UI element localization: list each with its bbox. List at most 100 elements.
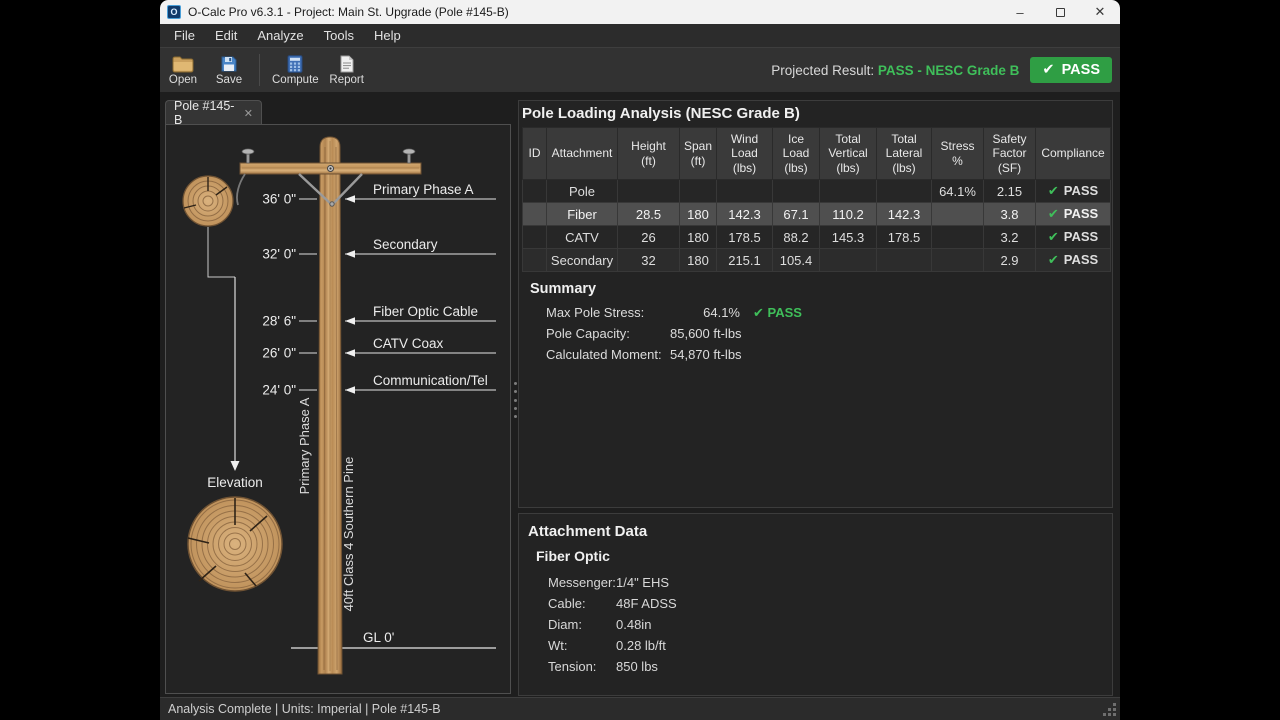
col-header: Ice Load (lbs) bbox=[773, 128, 820, 180]
window-title: O-Calc Pro v6.3.1 - Project: Main St. Up… bbox=[188, 5, 509, 19]
title-bar: O O-Calc Pro v6.3.1 - Project: Main St. … bbox=[160, 0, 1120, 24]
summary-value: 64.1% bbox=[670, 305, 740, 320]
compute-label: Compute bbox=[272, 74, 319, 86]
menu-item-tools[interactable]: Tools bbox=[314, 24, 364, 47]
app-icon: O bbox=[167, 5, 181, 19]
left-arrow-icon bbox=[345, 386, 355, 394]
minimize-button[interactable]: – bbox=[1000, 0, 1040, 24]
field-value: 0.48in bbox=[616, 617, 651, 632]
col-header: Stress % bbox=[932, 128, 984, 180]
summary-label: Calculated Moment: bbox=[546, 347, 670, 362]
menu-bar: File Edit Analyze Tools Help bbox=[160, 24, 1120, 47]
menu-item-edit[interactable]: Edit bbox=[205, 24, 247, 47]
app-window: O O-Calc Pro v6.3.1 - Project: Main St. … bbox=[160, 0, 1120, 720]
table-header-row: ID Attachment Height (ft) Span (ft) Wind… bbox=[523, 128, 1111, 180]
insulator-left bbox=[242, 149, 254, 163]
summary-value: 85,600 ft-lbs bbox=[670, 326, 742, 341]
check-icon: ✔ bbox=[1048, 252, 1059, 267]
col-header: Attachment bbox=[547, 128, 618, 180]
close-button[interactable]: ✕ bbox=[1080, 0, 1120, 24]
check-icon: ✔ bbox=[1042, 62, 1054, 78]
field-label: Diam: bbox=[548, 617, 616, 632]
floppy-icon bbox=[220, 55, 238, 73]
tab-label: Pole #145-B bbox=[174, 99, 236, 127]
left-arrow-icon bbox=[345, 317, 355, 325]
save-label: Save bbox=[216, 74, 242, 86]
summary-section: Summary Max Pole Stress: 64.1% ✔ PASS Po… bbox=[530, 281, 1112, 365]
pole-plan-view-large bbox=[188, 497, 282, 591]
summary-label: Max Pole Stress: bbox=[546, 305, 670, 320]
folder-icon bbox=[172, 55, 194, 73]
analysis-title: Pole Loading Analysis (NESC Grade B) bbox=[522, 105, 1112, 122]
col-header: Wind Load (lbs) bbox=[717, 128, 773, 180]
open-label: Open bbox=[169, 74, 197, 86]
resize-grip[interactable] bbox=[1103, 703, 1117, 717]
table-row-fiber-selected[interactable]: Fiber 28.5 180 142.3 67.1 110.2 142.3 3.… bbox=[523, 203, 1111, 226]
save-button[interactable]: Save bbox=[206, 49, 252, 91]
down-arrow-icon bbox=[231, 461, 240, 471]
analysis-panel: Pole Loading Analysis (NESC Grade B) ID … bbox=[518, 100, 1113, 508]
summary-pass-indicator: ✔ PASS bbox=[753, 305, 802, 321]
tab-close-icon[interactable]: ✕ bbox=[244, 107, 253, 120]
pole-diagram-panel: Elevation 36' 0" bbox=[165, 124, 511, 694]
menu-item-help[interactable]: Help bbox=[364, 24, 411, 47]
pass-badge[interactable]: ✔PASS bbox=[1030, 57, 1112, 83]
check-icon: ✔ bbox=[1048, 206, 1059, 221]
pole-phase-vertical-label: Primary Phase A bbox=[297, 397, 312, 494]
col-header: Span (ft) bbox=[680, 128, 717, 180]
projected-result-value: PASS - NESC Grade B bbox=[878, 63, 1020, 78]
projected-result-label: Projected Result: PASS - NESC Grade B bbox=[771, 63, 1019, 78]
attachment-subtitle: Fiber Optic bbox=[536, 548, 1112, 564]
table-row-catv[interactable]: CATV 26 180 178.5 88.2 145.3 178.5 3.2 ✔… bbox=[523, 226, 1111, 249]
compute-button[interactable]: Compute bbox=[267, 49, 324, 91]
attachment-callouts: 36' 0" Primary Phase A 32' 0" Secondary … bbox=[262, 182, 496, 398]
attachment-data-panel: Attachment Data Fiber Optic Messenger: 1… bbox=[518, 513, 1113, 696]
attachment-name-label: CATV Coax bbox=[373, 336, 444, 351]
insulator-right bbox=[403, 149, 415, 163]
toolbar: Open Save Compute Report Projected Resul… bbox=[160, 47, 1120, 92]
dim-height-label: 24' 0" bbox=[262, 383, 296, 398]
attachment-field-cable: Cable: 48F ADSS bbox=[527, 593, 1112, 614]
left-arrow-icon bbox=[345, 195, 355, 203]
summary-title: Summary bbox=[530, 281, 1112, 297]
field-value: 0.28 lb/ft bbox=[616, 638, 666, 653]
field-label: Messenger: bbox=[548, 575, 616, 590]
attachment-name-label: Secondary bbox=[373, 237, 438, 252]
field-label: Tension: bbox=[548, 659, 616, 674]
tab-pole-145b[interactable]: Pole #145-B ✕ bbox=[165, 100, 262, 125]
menu-item-analyze[interactable]: Analyze bbox=[247, 24, 313, 47]
maximize-button[interactable] bbox=[1040, 0, 1080, 24]
attachment-name-label: Communication/Tel bbox=[373, 373, 488, 388]
window-controls: – ✕ bbox=[1000, 0, 1120, 24]
left-arrow-icon bbox=[345, 349, 355, 357]
attachment-name-label: Primary Phase A bbox=[373, 182, 474, 197]
field-value: 850 lbs bbox=[616, 659, 658, 674]
pole-plan-view-small bbox=[183, 176, 233, 226]
status-text: Analysis Complete | Units: Imperial | Po… bbox=[168, 702, 441, 716]
check-icon: ✔ bbox=[1048, 229, 1059, 244]
field-value: 1/4" EHS bbox=[616, 575, 669, 590]
dim-height-label: 28' 6" bbox=[262, 314, 296, 329]
status-bar: Analysis Complete | Units: Imperial | Po… bbox=[160, 697, 1120, 720]
report-label: Report bbox=[329, 74, 364, 86]
plan-connector-line bbox=[208, 227, 235, 277]
pole-elevation-drawing: Elevation 36' 0" bbox=[166, 125, 510, 693]
document-icon bbox=[339, 55, 355, 73]
menu-item-file[interactable]: File bbox=[164, 24, 205, 47]
report-button[interactable]: Report bbox=[324, 49, 370, 91]
open-button[interactable]: Open bbox=[160, 49, 206, 91]
col-header: Safety Factor (SF) bbox=[984, 128, 1036, 180]
summary-row-stress: Max Pole Stress: 64.1% ✔ PASS bbox=[530, 302, 1112, 323]
table-row-pole[interactable]: Pole 64.1% 2.15 ✔PASS bbox=[523, 180, 1111, 203]
elevation-label: Elevation bbox=[207, 475, 263, 490]
jumper-wire bbox=[237, 174, 245, 205]
attachment-data-title: Attachment Data bbox=[528, 523, 1112, 540]
toolbar-separator bbox=[259, 54, 260, 86]
maximize-icon bbox=[1056, 8, 1065, 17]
col-header: Total Vertical (lbs) bbox=[820, 128, 877, 180]
dim-height-label: 36' 0" bbox=[262, 192, 296, 207]
field-label: Wt: bbox=[548, 638, 616, 653]
dim-height-label: 32' 0" bbox=[262, 247, 296, 262]
attachment-field-wt: Wt: 0.28 lb/ft bbox=[527, 635, 1112, 656]
table-row-secondary[interactable]: Secondary 32 180 215.1 105.4 2.9 ✔PASS bbox=[523, 249, 1111, 272]
